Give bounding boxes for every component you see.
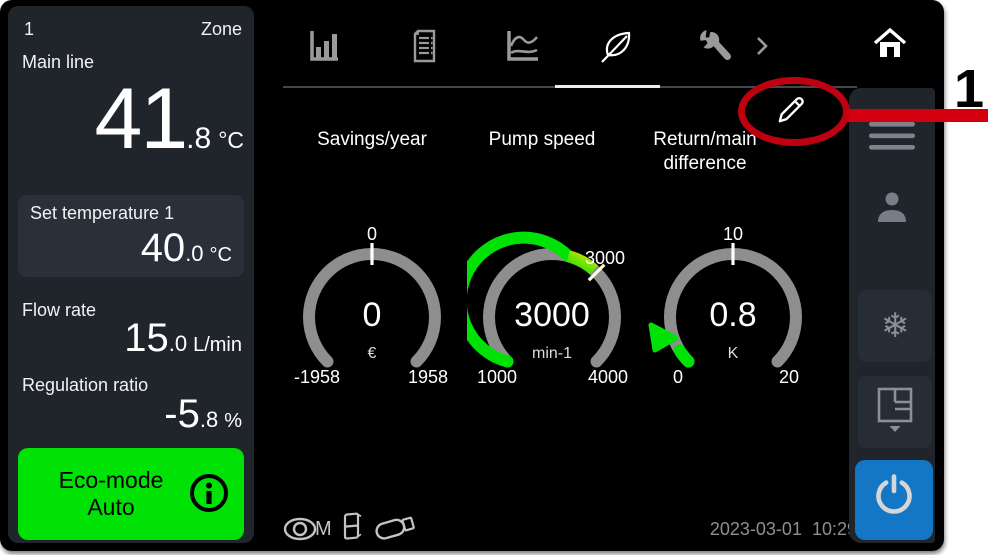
datetime-display: 2023-03-01 10:29 [600, 519, 857, 540]
zone-label: Zone [201, 19, 242, 40]
gauge-pump-tick-label: 3000 [585, 248, 645, 269]
power-icon [870, 474, 918, 527]
set-temperature-card[interactable]: Set temperature 1 40.0 °C [18, 195, 244, 277]
user-icon [872, 188, 912, 233]
set-temp-whole: 40 [141, 226, 186, 270]
gauge-savings-max: 1958 [408, 367, 448, 388]
main-line-unit: °C [218, 127, 244, 154]
tab-settings[interactable] [693, 26, 737, 70]
gauge-title-savings: Savings/year [280, 128, 464, 152]
leaf-icon [595, 24, 639, 73]
regulation-ratio-label: Regulation ratio [22, 375, 148, 396]
flow-unit: L/min [193, 334, 242, 357]
module-icon [341, 509, 365, 550]
gauge-pump-max: 4000 [588, 367, 628, 388]
gauge-return-min: 0 [673, 367, 683, 388]
gauge-savings-min: -1958 [294, 367, 340, 388]
gauge-pump-min: 1000 [477, 367, 517, 388]
sidebar-defrost-button[interactable]: ❄ [858, 290, 932, 362]
eco-mode-label: Eco-mode Auto [34, 467, 188, 521]
gauge-pump-value: 3000 [467, 296, 637, 335]
zone-panel: 1 Zone Main line 41.8°C Set temperature … [8, 6, 254, 543]
tab-eco[interactable] [595, 26, 639, 70]
flow-rate-value: 15.0 L/min [124, 316, 242, 360]
zone-number: 1 [24, 19, 34, 40]
main-line-decimal: .8 [186, 122, 211, 156]
chevron-right-icon [754, 35, 770, 62]
main-line-label: Main line [22, 52, 94, 73]
flow-rate-label: Flow rate [22, 300, 96, 321]
gauge-title-pump: Pump speed [450, 128, 634, 152]
eye-icon [283, 516, 317, 547]
tab-trend[interactable] [500, 26, 544, 70]
zones-icon [876, 387, 914, 438]
gauge-savings-unit: € [287, 345, 457, 363]
flow-whole: 15 [124, 316, 169, 360]
sidebar-home-button[interactable] [849, 6, 931, 84]
main-line-value: 41.8 °C [94, 76, 244, 162]
sidebar-user-button[interactable] [853, 180, 931, 240]
gauge-savings: 0 0 € -1958 1958 [287, 224, 457, 396]
trend-icon [501, 25, 543, 72]
reg-whole: -5 [164, 392, 200, 436]
usb-icon [372, 510, 420, 549]
gauge-pump-speed: 3000 3000 min-1 1000 4000 [467, 224, 637, 396]
gauge-savings-value: 0 [287, 296, 457, 335]
regulation-ratio-value: -5.8% [164, 392, 242, 436]
report-icon [405, 26, 445, 71]
tabs-more[interactable] [748, 26, 776, 70]
active-tab-indicator [555, 85, 660, 88]
tab-report[interactable] [403, 26, 447, 70]
main-line-whole: 41 [94, 76, 186, 162]
gauge-return-diff: 10 0.8 K 0 20 [648, 224, 818, 396]
annotation-circle [738, 77, 850, 146]
sidebar-power-button[interactable] [855, 460, 933, 540]
reg-decimal: .8 [200, 407, 218, 433]
home-icon [870, 25, 910, 66]
gauge-return-max: 20 [779, 367, 799, 388]
menu-icon [868, 120, 916, 157]
set-temp-unit: °C [210, 244, 232, 267]
info-icon [188, 472, 230, 517]
gauge-pump-unit: min-1 [467, 345, 637, 363]
snowflake-icon: ❄ [881, 306, 910, 346]
set-temp-decimal: .0 [185, 241, 203, 267]
tab-bar-chart[interactable] [301, 26, 345, 70]
gauge-savings-tick-label: 0 [287, 224, 457, 245]
sidebar-zones-button[interactable] [858, 376, 932, 448]
gauge-return-unit: K [648, 345, 818, 363]
eco-mode-button[interactable]: Eco-mode Auto [18, 448, 244, 540]
set-temperature-value: 40.0 °C [30, 226, 232, 270]
gauge-return-value: 0.8 [648, 296, 818, 335]
flow-decimal: .0 [169, 331, 187, 357]
bar-chart-icon [303, 26, 343, 71]
wrench-icon [695, 26, 735, 71]
gauge-return-tick-label: 10 [648, 224, 818, 245]
annotation-label: 1 [949, 62, 988, 116]
eye-mode-letter: M [315, 518, 332, 541]
set-temperature-label: Set temperature 1 [30, 203, 232, 224]
reg-unit: % [224, 410, 242, 433]
